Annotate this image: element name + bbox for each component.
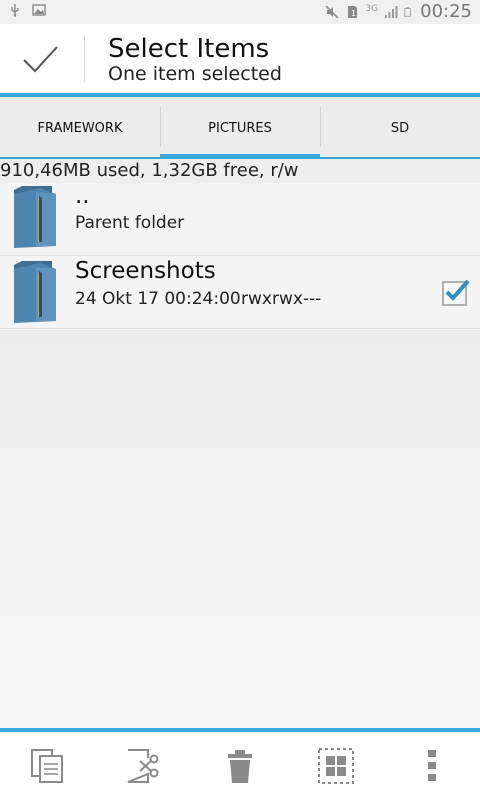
- svg-text:1: 1: [351, 9, 356, 18]
- battery-icon: [404, 7, 411, 17]
- select-all-button[interactable]: [288, 732, 384, 800]
- tab-label: FRAMEWORK: [37, 120, 123, 136]
- list-item-screenshots[interactable]: Screenshots 24 Okt 17 00:24:00 rwxrwx---: [0, 256, 480, 329]
- select-all-icon: [318, 748, 354, 784]
- copy-icon: [31, 749, 63, 783]
- tab-label: PICTURES: [208, 120, 272, 136]
- sim-icon: 1: [348, 6, 358, 18]
- tab-sd[interactable]: SD: [320, 97, 480, 159]
- action-mode-bar: Select Items One item selected: [0, 24, 480, 94]
- delete-icon: [228, 750, 252, 783]
- tab-label: SD: [390, 120, 410, 136]
- clock: 00:25: [420, 1, 472, 22]
- file-detail: Parent folder: [75, 213, 185, 233]
- file-name: ..: [75, 183, 90, 209]
- list-item-parent-folder[interactable]: .. Parent folder: [0, 183, 480, 256]
- usb-icon: [11, 4, 19, 17]
- gallery-icon: [32, 4, 46, 16]
- action-divider: [84, 36, 85, 82]
- bottom-action-bar: [0, 732, 480, 800]
- network-type-label: 3G: [365, 4, 379, 14]
- signal-icon: [385, 6, 398, 18]
- action-subtitle: One item selected: [108, 63, 282, 85]
- overflow-menu-icon: [428, 750, 436, 781]
- file-name: Screenshots: [75, 258, 216, 284]
- file-list: .. Parent folder Screenshots 24 Okt 17 0…: [0, 183, 480, 329]
- folder-icon: [14, 261, 56, 323]
- folder-icon: [14, 186, 56, 248]
- action-title: Select Items: [108, 34, 270, 64]
- mute-icon: [325, 5, 339, 19]
- tab-bar: FRAMEWORK PICTURES SD: [0, 97, 480, 159]
- copy-button[interactable]: [0, 732, 96, 800]
- status-bar: 1 3G 00:25: [0, 0, 480, 24]
- file-date: 24 Okt 17 00:24:00: [75, 289, 241, 309]
- delete-button[interactable]: [192, 732, 288, 800]
- cut-button[interactable]: [96, 732, 192, 800]
- cut-icon: [127, 749, 159, 783]
- done-check-icon[interactable]: [20, 39, 60, 79]
- tab-pictures[interactable]: PICTURES: [160, 97, 320, 159]
- empty-list-area: [0, 330, 480, 728]
- storage-info: 910,46MB used, 1,32GB free, r/w: [0, 159, 480, 183]
- tab-framework[interactable]: FRAMEWORK: [0, 97, 160, 159]
- overflow-menu-button[interactable]: [384, 732, 480, 800]
- checkbox-checked-icon[interactable]: [442, 278, 470, 306]
- file-permissions: rwxrwx---: [241, 289, 322, 309]
